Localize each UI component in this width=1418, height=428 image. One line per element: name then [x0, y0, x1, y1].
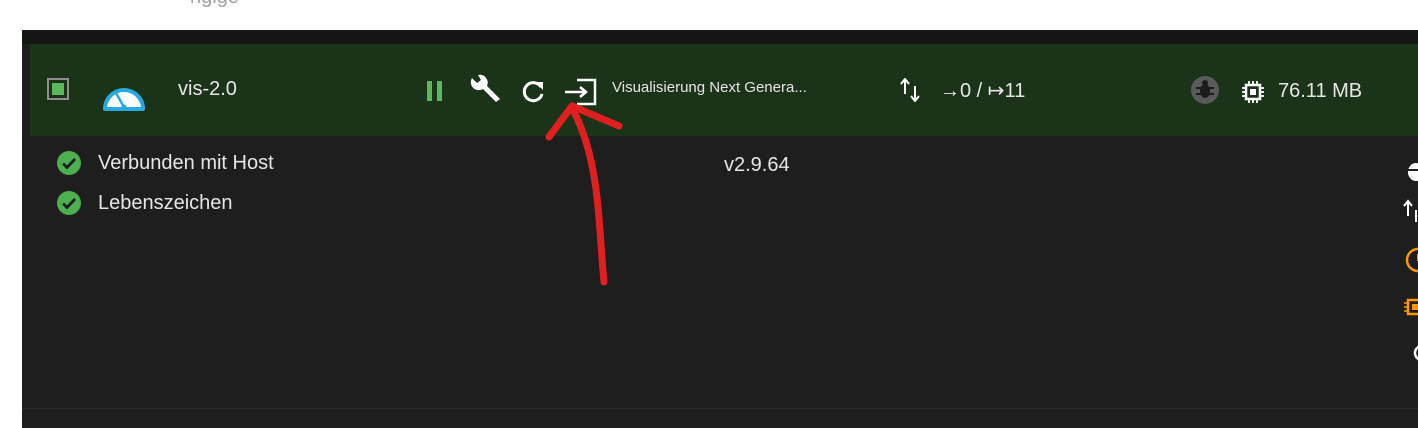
instance-card: vis-2.0 Visualisierung Next Genera... →0…: [22, 30, 1418, 428]
status-connected: Verbunden mit Host: [56, 150, 274, 176]
side-icons-column: [1403, 163, 1418, 361]
check-circle-icon: [57, 191, 81, 215]
status-alive-label: Lebenszeichen: [98, 191, 233, 214]
instance-header: vis-2.0 Visualisierung Next Genera... →0…: [30, 44, 1418, 136]
card-divider: [22, 408, 1418, 409]
checkbox-fill: [52, 83, 64, 95]
chip-icon: [1242, 81, 1264, 103]
instance-title: Visualisierung Next Genera...: [612, 79, 807, 96]
gauge-icon: [103, 88, 145, 111]
wrench-icon[interactable]: [466, 74, 502, 108]
pause-icon[interactable]: [424, 80, 446, 102]
clock-icon-partial: [1405, 247, 1418, 273]
memory-usage: 76.11 MB: [1278, 80, 1363, 102]
login-icon[interactable]: [563, 75, 601, 109]
enable-instance-checkbox[interactable]: [47, 78, 69, 100]
chip-icon-partial: [1404, 298, 1418, 316]
arrows-up-down-icon-partial: [1403, 199, 1417, 222]
arrows-up-down-icon: [900, 78, 920, 102]
reload-icon[interactable]: [520, 79, 546, 105]
bug-icon-partial: [1406, 163, 1418, 181]
connection-counts: →0 / ↦11: [940, 80, 1026, 102]
check-circle-icon: [57, 151, 81, 175]
bug-icon[interactable]: [1190, 75, 1220, 105]
adapter-name: vis-2.0: [178, 78, 237, 100]
status-alive: Lebenszeichen: [56, 190, 233, 216]
status-connected-label: Verbunden mit Host: [98, 151, 274, 174]
cropped-heading-text: ngige: [190, 0, 239, 9]
card-top-strip: [22, 30, 1418, 44]
adapter-version: v2.9.64: [724, 154, 790, 176]
